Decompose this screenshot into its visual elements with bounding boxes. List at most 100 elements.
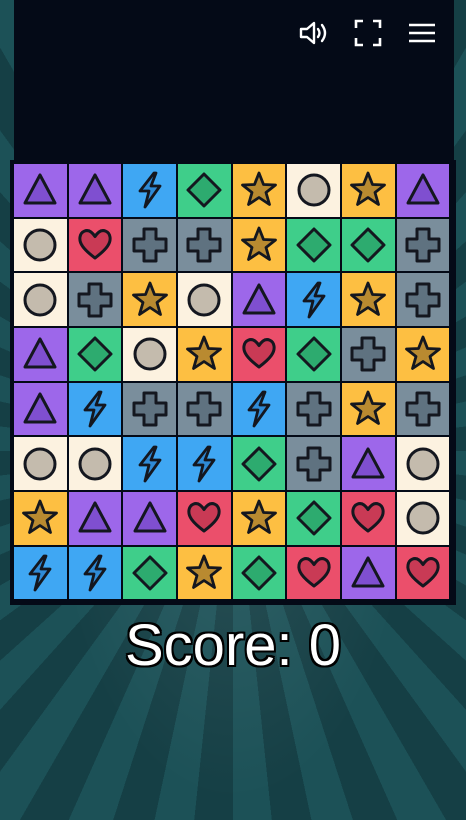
circle-icon xyxy=(406,501,440,535)
tile-cross[interactable] xyxy=(287,437,340,490)
tile-cross[interactable] xyxy=(123,218,176,272)
tile-circle[interactable] xyxy=(123,328,176,381)
tile-bolt[interactable] xyxy=(14,546,67,600)
bolt-icon xyxy=(28,554,52,592)
triangle-icon xyxy=(78,501,112,533)
tile-cross[interactable] xyxy=(396,382,450,436)
tile-diamond[interactable] xyxy=(342,218,395,272)
tile-star[interactable] xyxy=(123,273,176,326)
cross-icon xyxy=(350,336,386,372)
tile-diamond[interactable] xyxy=(232,546,286,600)
circle-icon xyxy=(297,173,331,207)
heart-icon xyxy=(406,557,440,588)
tile-circle[interactable] xyxy=(396,437,450,490)
bolt-icon xyxy=(138,445,162,483)
tile-star[interactable] xyxy=(396,328,450,381)
tile-triangle[interactable] xyxy=(342,437,395,490)
tile-bolt[interactable] xyxy=(123,164,176,217)
tile-diamond[interactable] xyxy=(287,218,340,272)
tile-star[interactable] xyxy=(342,164,395,217)
cross-icon xyxy=(77,282,113,318)
tile-triangle[interactable] xyxy=(68,492,122,545)
tile-triangle[interactable] xyxy=(14,382,67,436)
circle-icon xyxy=(406,447,440,481)
tile-bolt[interactable] xyxy=(123,437,176,490)
tile-cross[interactable] xyxy=(396,218,450,272)
speaker-volume-icon[interactable] xyxy=(296,16,332,50)
heart-icon xyxy=(187,502,221,533)
diamond-icon xyxy=(77,336,113,372)
star-icon xyxy=(241,499,277,535)
tile-triangle[interactable] xyxy=(14,164,67,217)
cross-icon xyxy=(186,227,222,263)
tile-circle[interactable] xyxy=(14,273,67,326)
tile-diamond[interactable] xyxy=(232,437,286,490)
bolt-icon xyxy=(192,445,216,483)
star-icon xyxy=(186,554,223,589)
tile-star[interactable] xyxy=(232,492,286,545)
cross-icon xyxy=(296,391,332,427)
tile-diamond[interactable] xyxy=(287,328,340,381)
star-icon xyxy=(350,171,387,207)
tile-triangle[interactable] xyxy=(68,164,122,217)
tile-circle[interactable] xyxy=(178,273,231,326)
menu-hamburger-icon[interactable] xyxy=(404,16,440,50)
tile-bolt[interactable] xyxy=(232,382,286,436)
tile-cross[interactable] xyxy=(342,328,395,381)
tile-heart[interactable] xyxy=(232,328,286,381)
tile-circle[interactable] xyxy=(287,164,340,217)
star-icon xyxy=(22,499,59,535)
tile-heart[interactable] xyxy=(68,218,122,272)
tile-diamond[interactable] xyxy=(68,328,122,381)
score-display: Score: 0 xyxy=(125,613,341,678)
tile-cross[interactable] xyxy=(178,382,231,436)
tile-diamond[interactable] xyxy=(178,164,231,217)
cross-icon xyxy=(132,227,168,263)
tile-heart[interactable] xyxy=(342,492,395,545)
fullscreen-icon[interactable] xyxy=(350,16,386,50)
tile-bolt[interactable] xyxy=(178,437,231,490)
tile-triangle[interactable] xyxy=(232,273,286,326)
tile-star[interactable] xyxy=(342,382,395,436)
tile-heart[interactable] xyxy=(178,492,231,545)
tile-cross[interactable] xyxy=(287,382,340,436)
tile-star[interactable] xyxy=(178,328,231,381)
game-board xyxy=(10,160,456,605)
tile-star[interactable] xyxy=(342,273,395,326)
tile-star[interactable] xyxy=(14,492,67,545)
heart-icon xyxy=(351,502,386,533)
tile-diamond[interactable] xyxy=(287,492,340,545)
tile-cross[interactable] xyxy=(178,218,231,272)
triangle-icon xyxy=(351,447,385,479)
tile-cross[interactable] xyxy=(396,273,450,326)
tile-cross[interactable] xyxy=(68,273,122,326)
tile-circle[interactable] xyxy=(14,218,67,272)
tile-triangle[interactable] xyxy=(123,492,176,545)
star-icon xyxy=(350,390,387,425)
diamond-icon xyxy=(186,172,222,208)
tile-circle[interactable] xyxy=(68,437,122,490)
tile-heart[interactable] xyxy=(287,546,340,600)
star-icon xyxy=(350,281,387,316)
circle-icon xyxy=(187,283,221,317)
triangle-icon xyxy=(78,173,112,205)
diamond-icon xyxy=(132,555,168,591)
tile-triangle[interactable] xyxy=(396,164,450,217)
diamond-icon xyxy=(296,500,332,536)
tile-heart[interactable] xyxy=(396,546,450,600)
tile-triangle[interactable] xyxy=(14,328,67,381)
tile-star[interactable] xyxy=(232,218,286,272)
top-toolbar xyxy=(296,16,440,50)
tile-bolt[interactable] xyxy=(287,273,340,326)
tile-cross[interactable] xyxy=(123,382,176,436)
tile-bolt[interactable] xyxy=(68,382,122,436)
tile-bolt[interactable] xyxy=(68,546,122,600)
cross-icon xyxy=(186,391,222,427)
tile-triangle[interactable] xyxy=(342,546,395,600)
tile-diamond[interactable] xyxy=(123,546,176,600)
tile-star[interactable] xyxy=(232,164,286,217)
tile-star[interactable] xyxy=(178,546,231,600)
bolt-icon xyxy=(138,171,162,209)
tile-circle[interactable] xyxy=(396,492,450,545)
tile-circle[interactable] xyxy=(14,437,67,490)
